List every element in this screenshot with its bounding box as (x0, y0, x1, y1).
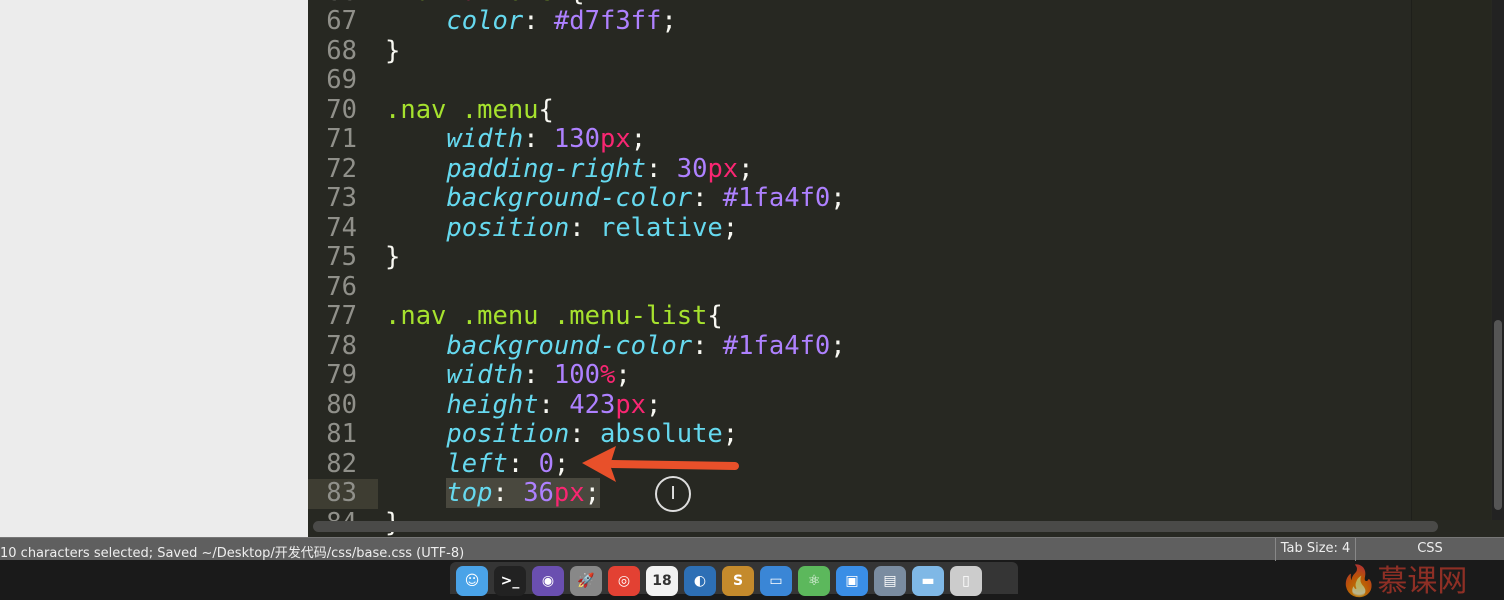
text-cursor-icon: I (655, 476, 691, 512)
watermark-logo: 🔥慕课网 (1340, 564, 1468, 599)
status-message: 10 characters selected; Saved ~/Desktop/… (0, 546, 465, 561)
status-bar: 10 characters selected; Saved ~/Desktop/… (0, 537, 1504, 561)
watermark-text: 慕课网 (1377, 564, 1468, 599)
annotation-arrow-icon (582, 446, 739, 482)
dock: ☺ >_ ◉ 🚀 ◎ 18 ◐ S ▭ ⚛ ▣ ▤ ▬ ▯ (450, 562, 1018, 596)
